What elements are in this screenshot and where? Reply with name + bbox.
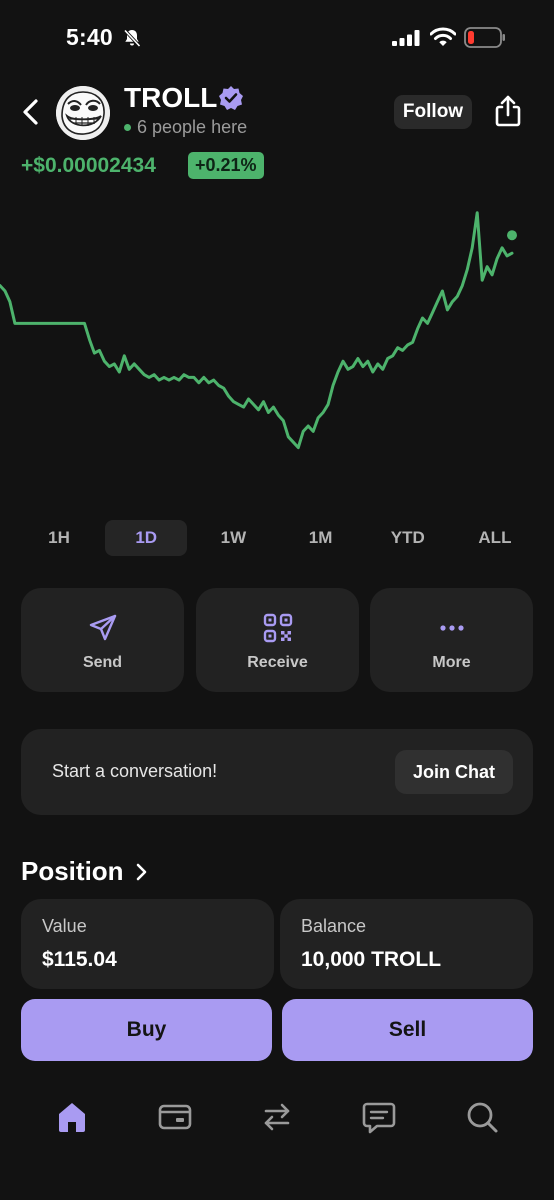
send-label: Send xyxy=(82,654,123,671)
more-label: More xyxy=(432,654,471,671)
chat-icon[interactable] xyxy=(361,1099,397,1135)
presence-text: 6 people here xyxy=(137,117,248,137)
range-all[interactable]: ALL xyxy=(454,520,536,556)
follow-button[interactable]: Follow xyxy=(394,95,472,129)
value-card: Value $115.04 xyxy=(21,899,274,989)
token-name: TROLL xyxy=(124,82,218,113)
chart-series-line xyxy=(0,211,514,450)
price-change-badge: +0.21% xyxy=(188,152,264,179)
wifi-icon xyxy=(430,27,456,46)
range-1h[interactable]: 1H xyxy=(18,520,100,556)
price-chart[interactable] xyxy=(0,200,554,500)
more-button[interactable]: More xyxy=(370,588,533,692)
home-icon[interactable] xyxy=(54,1099,90,1135)
qr-code-icon xyxy=(263,613,292,643)
chat-prompt: Start a conversation! xyxy=(52,761,218,781)
receive-button[interactable]: Receive xyxy=(196,588,359,692)
token-avatar xyxy=(56,86,110,140)
buy-button[interactable]: Buy xyxy=(21,999,272,1061)
online-dot-icon xyxy=(124,124,131,131)
balance-card: Balance 10,000 TROLL xyxy=(280,899,533,989)
send-icon xyxy=(89,614,116,641)
receive-label: Receive xyxy=(247,654,308,671)
verified-badge-icon xyxy=(219,86,243,110)
range-1d[interactable]: 1D xyxy=(105,520,188,556)
troll-face-icon xyxy=(56,86,110,140)
presence-indicator: 6 people here xyxy=(124,117,247,138)
bell-off-icon xyxy=(123,29,141,48)
cellular-signal-icon xyxy=(392,30,420,46)
balance-amount: 10,000 TROLL xyxy=(301,948,442,971)
value-amount: $115.04 xyxy=(42,948,117,971)
balance-label: Balance xyxy=(301,916,367,936)
chevron-right-icon xyxy=(136,863,146,880)
send-button[interactable]: Send xyxy=(21,588,184,692)
status-time: 5:40 xyxy=(66,24,113,50)
value-label: Value xyxy=(42,916,87,936)
share-icon[interactable] xyxy=(492,94,524,128)
chart-current-point xyxy=(507,230,517,241)
swap-icon[interactable] xyxy=(259,1099,295,1135)
position-title: Position xyxy=(21,856,124,886)
chat-card: Start a conversation! Join Chat xyxy=(21,729,533,815)
range-1w[interactable]: 1W xyxy=(192,520,274,556)
battery-low-icon xyxy=(464,27,505,48)
range-1m[interactable]: 1M xyxy=(280,520,362,556)
search-icon[interactable] xyxy=(464,1099,500,1135)
wallet-icon[interactable] xyxy=(157,1099,193,1135)
time-range-selector: 1H 1D 1W 1M YTD ALL xyxy=(18,520,536,556)
back-chevron-icon[interactable] xyxy=(18,96,46,128)
range-ytd[interactable]: YTD xyxy=(367,520,449,556)
sell-button[interactable]: Sell xyxy=(282,999,533,1061)
price-change: +$0.00002434 xyxy=(21,154,156,177)
join-chat-button[interactable]: Join Chat xyxy=(395,750,513,794)
position-header[interactable]: Position xyxy=(21,856,148,887)
more-dots-icon xyxy=(439,625,464,631)
